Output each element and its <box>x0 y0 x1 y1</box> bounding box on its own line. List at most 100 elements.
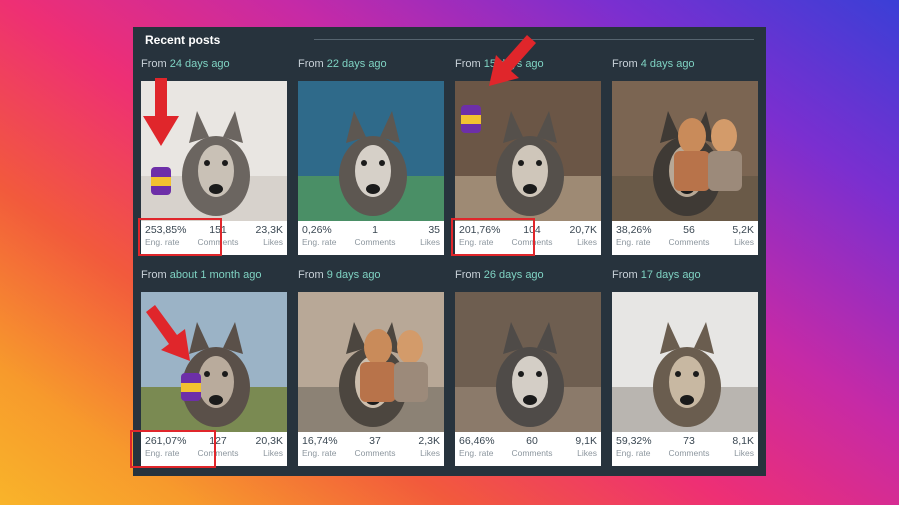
post-date: From about 1 month ago <box>141 269 261 281</box>
post-date: From 4 days ago <box>612 58 695 70</box>
relative-time: 9 days ago <box>326 269 381 281</box>
relative-time: 17 days ago <box>640 269 701 281</box>
likes-value: 5,2K <box>732 224 754 236</box>
engagement-rate: 38,26% Eng. rate <box>616 224 652 248</box>
engagement-rate-value: 38,26% <box>616 224 652 236</box>
engagement-rate-label: Eng. rate <box>616 237 651 247</box>
post-image[interactable] <box>612 81 758 221</box>
post-date: From 24 days ago <box>141 58 230 70</box>
from-label: From <box>298 58 324 70</box>
comments-label: Comments <box>668 448 710 458</box>
panel-title: Recent posts <box>145 33 221 47</box>
post-date: From 15 days ago <box>455 58 544 70</box>
from-label: From <box>455 58 481 70</box>
post-image[interactable] <box>141 81 287 221</box>
likes-value: 23,3K <box>255 224 283 236</box>
relative-time: 24 days ago <box>169 58 230 70</box>
likes-value: 2,3K <box>418 435 440 447</box>
engagement-rate-value: 0,26% <box>302 224 332 236</box>
post-image[interactable] <box>612 292 758 432</box>
engagement-rate-value: 16,74% <box>302 435 338 447</box>
likes-count: 20,7K Likes <box>570 224 597 248</box>
engagement-rate-label: Eng. rate <box>302 237 337 247</box>
engagement-rate: 59,32% Eng. rate <box>616 435 652 459</box>
likes-count: 23,3K Likes <box>256 224 283 248</box>
comments-value: 60 <box>526 435 538 447</box>
relative-time: 4 days ago <box>640 58 695 70</box>
likes-count: 2,3K Likes <box>418 435 440 459</box>
relative-time: about 1 month ago <box>169 269 262 281</box>
post-image[interactable] <box>298 292 444 432</box>
likes-label: Likes <box>734 237 754 247</box>
engagement-rate-value: 59,32% <box>616 435 652 447</box>
post-date: From 26 days ago <box>455 269 544 281</box>
comments-count: 56 Comments <box>662 224 716 248</box>
likes-count: 5,2K Likes <box>732 224 754 248</box>
relative-time: 26 days ago <box>483 269 544 281</box>
post-stats: 66,46% Eng. rate 60 Comments 9,1K Likes <box>455 432 601 466</box>
likes-label: Likes <box>577 237 597 247</box>
comments-label: Comments <box>511 448 553 458</box>
engagement-rate: 16,74% Eng. rate <box>302 435 338 459</box>
engagement-rate-label: Eng. rate <box>302 448 337 458</box>
post-stats: 38,26% Eng. rate 56 Comments 5,2K Likes <box>612 221 758 255</box>
from-label: From <box>141 269 167 281</box>
relative-time: 22 days ago <box>326 58 387 70</box>
engagement-rate: 0,26% Eng. rate <box>302 224 337 248</box>
likes-value: 20,7K <box>569 224 597 236</box>
highlight-box <box>130 430 216 468</box>
comments-value: 1 <box>372 224 378 236</box>
post-stats: 59,32% Eng. rate 73 Comments 8,1K Likes <box>612 432 758 466</box>
likes-label: Likes <box>734 448 754 458</box>
comments-count: 73 Comments <box>662 435 716 459</box>
likes-count: 9,1K Likes <box>575 435 597 459</box>
comments-count: 60 Comments <box>505 435 559 459</box>
divider <box>314 39 754 40</box>
post-card[interactable]: From 9 days ago 16,74% Eng. rate 37 Comm… <box>298 269 444 466</box>
likes-count: 8,1K Likes <box>732 435 754 459</box>
likes-value: 20,3K <box>255 435 283 447</box>
comments-value: 56 <box>683 224 695 236</box>
likes-label: Likes <box>577 448 597 458</box>
post-card[interactable]: From 4 days ago 38,26% Eng. rate 56 Comm… <box>612 58 758 255</box>
comments-count: 37 Comments <box>348 435 402 459</box>
from-label: From <box>612 58 638 70</box>
engagement-rate-label: Eng. rate <box>616 448 651 458</box>
from-label: From <box>455 269 481 281</box>
likes-label: Likes <box>263 237 283 247</box>
likes-label: Likes <box>263 448 283 458</box>
post-stats: 16,74% Eng. rate 37 Comments 2,3K Likes <box>298 432 444 466</box>
comments-count: 1 Comments <box>348 224 402 248</box>
likes-count: 20,3K Likes <box>256 435 283 459</box>
from-label: From <box>298 269 324 281</box>
from-label: From <box>612 269 638 281</box>
post-card[interactable]: From 22 days ago 0,26% Eng. rate 1 Comme… <box>298 58 444 255</box>
post-stats: 0,26% Eng. rate 1 Comments 35 Likes <box>298 221 444 255</box>
highlight-box <box>138 218 222 256</box>
comments-label: Comments <box>668 237 710 247</box>
post-date: From 9 days ago <box>298 269 381 281</box>
engagement-rate-value: 66,46% <box>459 435 495 447</box>
post-date: From 22 days ago <box>298 58 387 70</box>
post-image[interactable] <box>455 81 601 221</box>
post-image[interactable] <box>141 292 287 432</box>
engagement-rate: 66,46% Eng. rate <box>459 435 495 459</box>
post-image[interactable] <box>455 292 601 432</box>
likes-label: Likes <box>420 237 440 247</box>
post-card[interactable]: From 26 days ago 66,46% Eng. rate 60 Com… <box>455 269 601 466</box>
from-label: From <box>141 58 167 70</box>
likes-value: 8,1K <box>732 435 754 447</box>
likes-value: 9,1K <box>575 435 597 447</box>
engagement-rate-label: Eng. rate <box>459 448 494 458</box>
post-image[interactable] <box>298 81 444 221</box>
relative-time: 15 days ago <box>483 58 544 70</box>
highlight-box <box>451 218 535 256</box>
comments-value: 37 <box>369 435 381 447</box>
comments-label: Comments <box>354 448 396 458</box>
likes-value: 35 <box>428 224 440 236</box>
likes-count: 35 Likes <box>420 224 440 248</box>
post-card[interactable]: From 17 days ago 59,32% Eng. rate 73 Com… <box>612 269 758 466</box>
post-date: From 17 days ago <box>612 269 701 281</box>
comments-value: 73 <box>683 435 695 447</box>
likes-label: Likes <box>420 448 440 458</box>
